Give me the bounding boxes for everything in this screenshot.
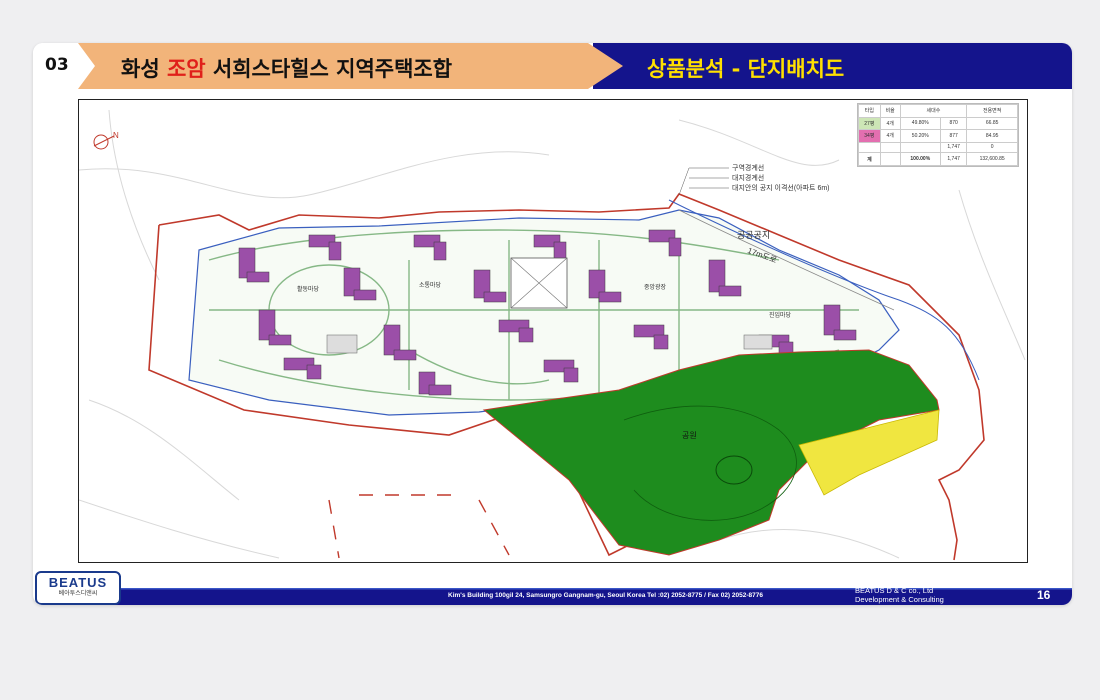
table-cell (879, 152, 901, 166)
table-header: 전용면적 (966, 104, 1018, 118)
site-plan-drawing: N (79, 109, 1026, 561)
table-cell: 49.80% (899, 116, 941, 130)
logo-text: BEATUS (48, 575, 108, 590)
table-cell: 계 (858, 152, 881, 166)
header-bar: 03 화성 조암 서희스타힐스 지역주택조합 상품분석 - 단지배치도 (33, 43, 1072, 89)
park-label: 공원 (682, 431, 697, 440)
table-cell (879, 141, 901, 154)
dashed-lines (328, 494, 510, 559)
section-title: 상품분석 - 단지배치도 (647, 57, 845, 81)
footer-address: Kim's Building 100gil 24, Samsungro Gang… (448, 592, 763, 599)
zone-label-1: 활동마당 (297, 287, 320, 293)
table-cell: 132,600.85 (966, 152, 1018, 166)
title-part1: 화성 (121, 57, 160, 81)
zone-label-2: 소통마당 (419, 283, 442, 289)
table-cell (858, 141, 881, 154)
boundary-legend-3: 대지안의 공지 이격선(아파트 6m) (732, 185, 830, 192)
table-cell: 4개 (879, 129, 901, 143)
svg-text:N: N (113, 131, 119, 140)
table-cell (899, 141, 941, 154)
company-name: BEATUS D & C co., Ltd (855, 586, 934, 595)
logo-subtext: 베아투스디앤씨 (58, 591, 98, 597)
title-highlight: 조암 (166, 57, 206, 81)
boundary-legend-2: 대지경계선 (732, 175, 765, 182)
table-cell: 100.00% (899, 152, 941, 166)
site-plan: N 구역경계선 대지경계선 대지안의 공지 이격선(아파트 6m) 공공공지 1… (78, 99, 1028, 563)
page-number: 16 (1037, 588, 1051, 602)
section-number: 03 (45, 55, 69, 75)
slide: 03 화성 조암 서희스타힐스 지역주택조합 상품분석 - 단지배치도 N 구역… (33, 43, 1072, 605)
zone-label-3: 진입마당 (769, 313, 792, 319)
unit-summary-table: 타입 비율 세대수 전용면적 27평 4개 49.80% 870 66.85 3… (857, 103, 1019, 167)
table-cell: 27평 (858, 116, 881, 130)
boundary-legend-1: 구역경계선 (732, 165, 765, 172)
table-cell: 34평 (858, 129, 881, 143)
zone-label-4: 중앙광장 (644, 285, 667, 291)
table-cell: 0 (966, 141, 1018, 154)
footer-company: BEATUS D & C co., Ltd Development & Cons… (855, 586, 944, 604)
table-cell: 50.20% (899, 129, 941, 143)
table-cell: 870 (939, 116, 968, 130)
north-arrow-icon (93, 134, 115, 150)
company-logo: BEATUS 베아투스디앤씨 (35, 571, 121, 605)
title-part2: 서희스타힐스 지역주택조합 (212, 57, 453, 81)
table-cell: 66.85 (966, 116, 1018, 130)
table-cell: 1,747 (939, 152, 968, 166)
company-tagline: Development & Consulting (855, 595, 944, 604)
table-cell: 877 (939, 129, 968, 143)
table-header: 비율 (879, 104, 901, 118)
table-cell: 84.95 (966, 129, 1018, 143)
public-land-label: 공공공지 (737, 230, 771, 240)
table-header: 타입 (858, 104, 881, 118)
page-title: 화성 조암 서희스타힐스 지역주택조합 (121, 53, 452, 83)
table-header: 세대수 (899, 104, 968, 118)
table-cell: 1,747 (939, 141, 968, 154)
table-cell: 4개 (879, 116, 901, 130)
